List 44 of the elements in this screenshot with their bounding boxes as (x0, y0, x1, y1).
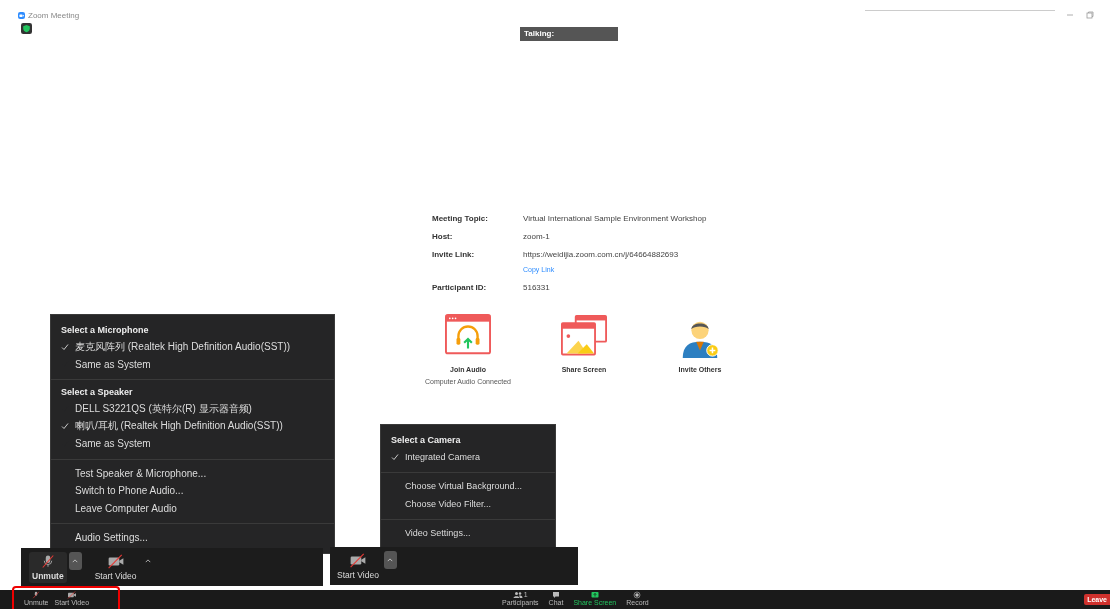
unmute-button[interactable]: Unmute (29, 551, 67, 583)
menu-item[interactable]: 麦克风阵列 (Realtek High Definition Audio(SST)) (51, 338, 334, 356)
menu-item[interactable]: Choose Virtual Background... (381, 477, 555, 495)
video-options-button[interactable] (383, 551, 397, 569)
caret-icon (72, 559, 79, 563)
menu-item[interactable]: Leave Computer Audio (51, 499, 334, 517)
caret-icon (387, 558, 394, 562)
start-video-button[interactable]: Start Video (334, 550, 382, 582)
chat-icon (550, 591, 561, 599)
info-label: Participant ID: (432, 283, 488, 292)
shield-icon[interactable] (21, 23, 32, 34)
info-value: zoom-1 (523, 232, 551, 241)
camera-logo-icon (18, 12, 25, 19)
menu-item[interactable]: Integrated Camera (381, 448, 555, 466)
record-icon (632, 591, 643, 599)
window-title: Zoom Meeting (28, 11, 80, 20)
info-label: Meeting Topic: (432, 214, 489, 223)
video-off-icon (348, 552, 367, 568)
menu-item[interactable]: Same as System (51, 355, 334, 373)
muted-mic-icon (31, 591, 42, 599)
info-label: Host: (432, 232, 454, 241)
menu-heading: Select a Camera (390, 434, 462, 447)
restore-icon[interactable] (1086, 11, 1094, 19)
menu-item[interactable]: Video Settings... (381, 524, 555, 542)
info-value: 516331 (523, 283, 551, 292)
video-off-icon (66, 591, 77, 599)
people-icon (512, 591, 523, 599)
menu-item[interactable]: Test Speaker & Microphone... (51, 464, 334, 482)
info-label: Invite Link: (432, 250, 476, 261)
video-off-icon (106, 553, 125, 569)
audio-options-button[interactable] (68, 552, 82, 570)
menu-heading: Select a Microphone (60, 324, 150, 337)
menu-item[interactable]: Same as System (51, 435, 334, 453)
start-video-button[interactable]: Start Video (91, 551, 140, 583)
menu-item[interactable]: Switch to Phone Audio... (51, 482, 334, 500)
menu-item[interactable]: Choose Video Filter... (381, 495, 555, 513)
menu-heading: Select a Speaker (60, 386, 134, 399)
talking-indicator: Talking: (520, 27, 618, 41)
menu-item[interactable]: DELL S3221QS (英特尔(R) 显示器音频) (51, 400, 334, 418)
menu-item[interactable]: 喇叭/耳机 (Realtek High Definition Audio(SST)) (51, 417, 334, 435)
info-value: Virtual International Sample Environment Workshop (523, 214, 708, 223)
menu-item[interactable]: Audio Settings... (51, 529, 334, 547)
info-value: https://weidijia.zoom.com.cn/j/64664882693 (523, 250, 680, 259)
caret-icon (145, 559, 152, 563)
